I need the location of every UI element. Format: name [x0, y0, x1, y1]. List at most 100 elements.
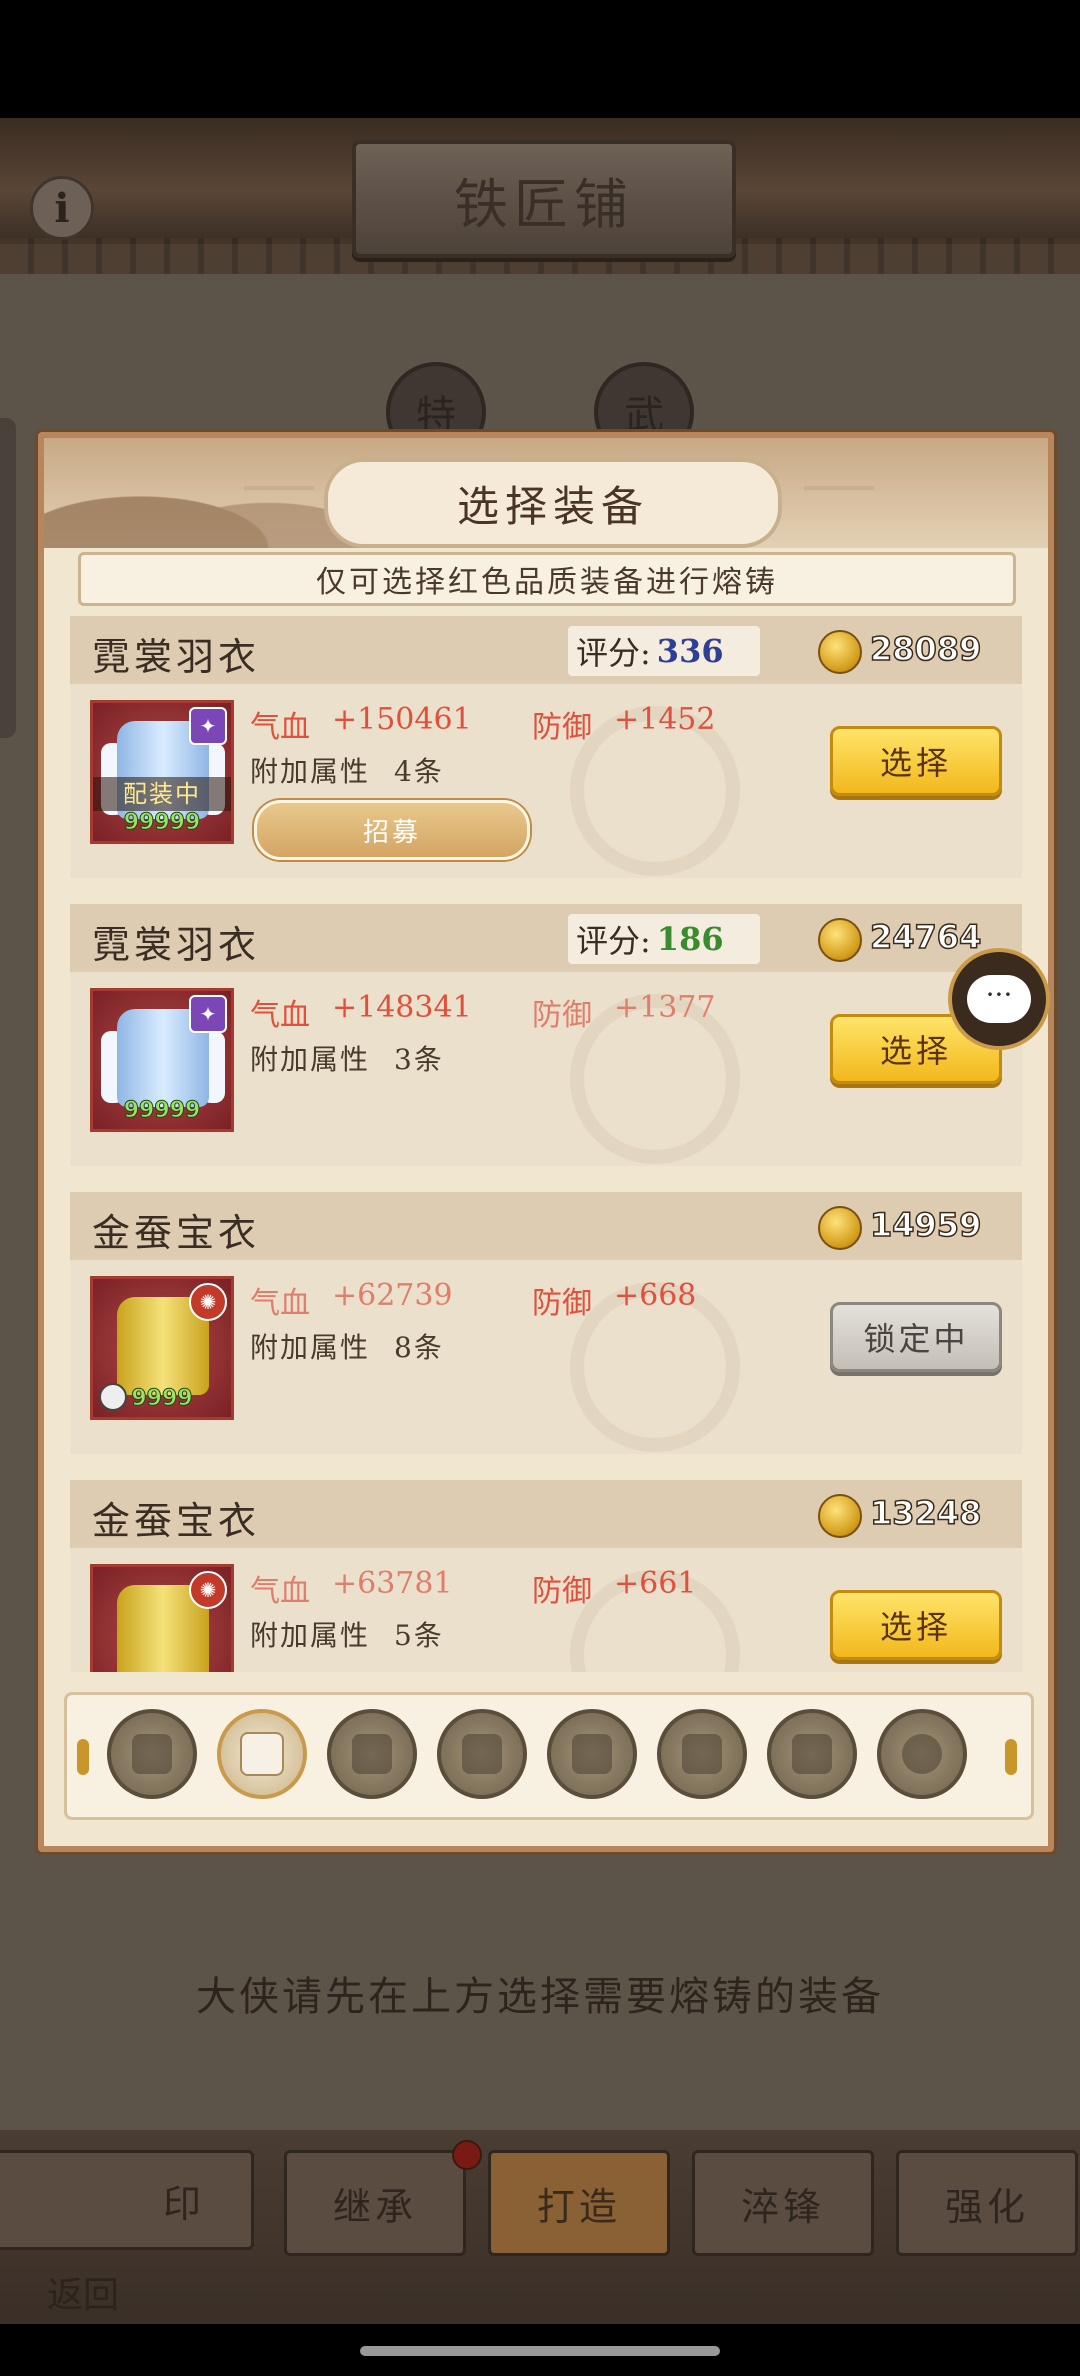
equipment-name: 金蚕宝衣 — [92, 1211, 261, 1255]
dialog-header: 选择装备 — [44, 438, 1048, 548]
title-ornament-left — [244, 486, 314, 490]
defense-label: 防御 — [532, 1574, 592, 1609]
card-header: 金蚕宝衣 13248 — [70, 1480, 1022, 1548]
score-box: 评分: 336 — [568, 626, 760, 676]
title-ornament-right — [804, 486, 874, 490]
select-equipment-dialog: 选择装备 仅可选择红色品质装备进行熔铸 霓裳羽衣 评分: 336 28089 ✦ … — [38, 432, 1054, 1852]
back-button[interactable]: 返回 — [28, 2222, 138, 2318]
hp-label: 气血 — [250, 1574, 310, 1609]
score-box: 评分: 186 — [568, 914, 760, 964]
hat-icon[interactable] — [547, 1709, 637, 1799]
equipment-card: 金蚕宝衣 14959 ✺ 9999 气血 +62739 防御 +668 附加属性… — [70, 1192, 1022, 1454]
coin-value: 28089 — [869, 629, 982, 669]
equipment-level: 9999 — [131, 1386, 193, 1412]
quality-badge-icon: ✦ — [189, 995, 227, 1033]
defense-label: 防御 — [532, 1286, 592, 1321]
scroll-right-handle[interactable] — [1005, 1739, 1017, 1775]
bracer-icon[interactable] — [767, 1709, 857, 1799]
scroll-left-handle[interactable] — [77, 1739, 89, 1775]
coin-value: 14959 — [869, 1205, 982, 1245]
hp-value: +148341 — [332, 990, 472, 1025]
equipment-name: 金蚕宝衣 — [92, 1499, 261, 1543]
hp-value: +63781 — [332, 1566, 453, 1601]
equipment-card: 金蚕宝衣 13248 ✺ 气血 +63781 防御 +661 附加属性 5条 选择 — [70, 1480, 1022, 1672]
tab-enhance[interactable]: 强化 — [896, 2150, 1078, 2256]
defense-value: +1452 — [614, 702, 716, 737]
equipment-level: 99999 — [123, 810, 201, 836]
home-indicator — [360, 2346, 720, 2356]
coin-icon — [818, 630, 862, 674]
equipment-name: 霓裳羽衣 — [92, 923, 261, 967]
tab-temper[interactable]: 淬锋 — [692, 2150, 874, 2256]
equipment-card: 霓裳羽衣 评分: 336 28089 ✦ 配装中 99999 气血 +150461… — [70, 616, 1022, 878]
tab-inherit[interactable]: 继承 — [284, 2150, 466, 2256]
helmet-icon[interactable] — [657, 1709, 747, 1799]
card-header: 霓裳羽衣 评分: 186 24764 — [70, 904, 1022, 972]
back-label: 返回 — [46, 2275, 119, 2316]
tab-forge[interactable]: 打造 — [488, 2150, 670, 2256]
equipment-icon[interactable]: ✦ 配装中 99999 — [90, 700, 234, 844]
weapon-icon[interactable] — [107, 1709, 197, 1799]
recruit-button[interactable]: 招募 — [254, 800, 530, 860]
coin-icon — [818, 918, 862, 962]
equipment-category-bar — [64, 1692, 1034, 1820]
hint-text: 大侠请先在上方选择需要熔铸的装备 — [196, 1974, 884, 2020]
card-header: 霓裳羽衣 评分: 336 28089 — [70, 616, 1022, 684]
extra-attributes: 附加属性 4条 — [250, 750, 444, 790]
ring-icon[interactable] — [877, 1709, 967, 1799]
equipment-icon[interactable]: ✦ 99999 — [90, 988, 234, 1132]
attr-count: 3条 — [394, 1043, 444, 1076]
equipment-level: 99999 — [123, 1098, 201, 1124]
bottom-nav: 印 继承 打造 淬锋 强化 返回 — [0, 2130, 1080, 2324]
select-button[interactable]: 选择 — [830, 726, 1002, 796]
status-bar — [0, 0, 1080, 118]
attr-label: 附加属性 — [250, 1043, 371, 1076]
quality-badge-icon: ✺ — [189, 1571, 227, 1609]
belt-icon[interactable] — [327, 1709, 417, 1799]
defense-value: +1377 — [614, 990, 716, 1025]
left-side-tab[interactable] — [0, 418, 16, 738]
hp-label: 气血 — [250, 710, 310, 745]
hp-value: +62739 — [332, 1278, 453, 1313]
hp-label: 气血 — [250, 1286, 310, 1321]
quality-badge-icon: ✺ — [189, 1283, 227, 1321]
coin-value: 24764 — [869, 917, 982, 957]
boots-icon[interactable] — [437, 1709, 527, 1799]
attr-count: 4条 — [394, 755, 444, 788]
defense-value: +661 — [614, 1566, 697, 1601]
score-label: 评分: — [576, 922, 651, 960]
equipment-icon[interactable]: ✺ — [90, 1564, 234, 1672]
attr-count: 5条 — [394, 1619, 444, 1652]
attr-count: 8条 — [394, 1331, 444, 1364]
equipment-name: 霓裳羽衣 — [92, 635, 261, 679]
notification-dot — [452, 2140, 482, 2170]
hp-value: +150461 — [332, 702, 472, 737]
mountain-decoration — [44, 458, 364, 548]
equipment-icon[interactable]: ✺ 9999 — [90, 1276, 234, 1420]
attr-label: 附加属性 — [250, 755, 371, 788]
coin-value: 13248 — [869, 1493, 982, 1533]
coin-icon — [818, 1206, 862, 1250]
attr-label: 附加属性 — [250, 1331, 371, 1364]
defense-value: +668 — [614, 1278, 697, 1313]
locked-button[interactable]: 锁定中 — [830, 1302, 1002, 1372]
armor-icon[interactable] — [217, 1709, 307, 1799]
info-icon[interactable]: i — [30, 176, 94, 240]
extra-attributes: 附加属性 8条 — [250, 1326, 444, 1366]
extra-attributes: 附加属性 5条 — [250, 1614, 444, 1654]
page-title-plaque: 铁匠铺 — [352, 140, 736, 258]
coin-icon — [818, 1494, 862, 1538]
score-value: 186 — [656, 920, 724, 958]
select-button[interactable]: 选择 — [830, 1590, 1002, 1660]
quality-badge-icon: ✦ — [189, 707, 227, 745]
chat-icon[interactable]: ··· — [948, 948, 1050, 1050]
equipment-list[interactable]: 霓裳羽衣 评分: 336 28089 ✦ 配装中 99999 气血 +150461… — [70, 616, 1022, 1672]
equipment-card: 霓裳羽衣 评分: 186 24764 ✦ 99999 气血 +148341 防御 … — [70, 904, 1022, 1166]
defense-label: 防御 — [532, 710, 592, 745]
notice-text: 仅可选择红色品质装备进行熔铸 — [78, 552, 1016, 606]
card-header: 金蚕宝衣 14959 — [70, 1192, 1022, 1260]
defense-label: 防御 — [532, 998, 592, 1033]
page-title: 铁匠铺 — [454, 172, 634, 236]
score-label: 评分: — [576, 634, 651, 672]
hp-label: 气血 — [250, 998, 310, 1033]
